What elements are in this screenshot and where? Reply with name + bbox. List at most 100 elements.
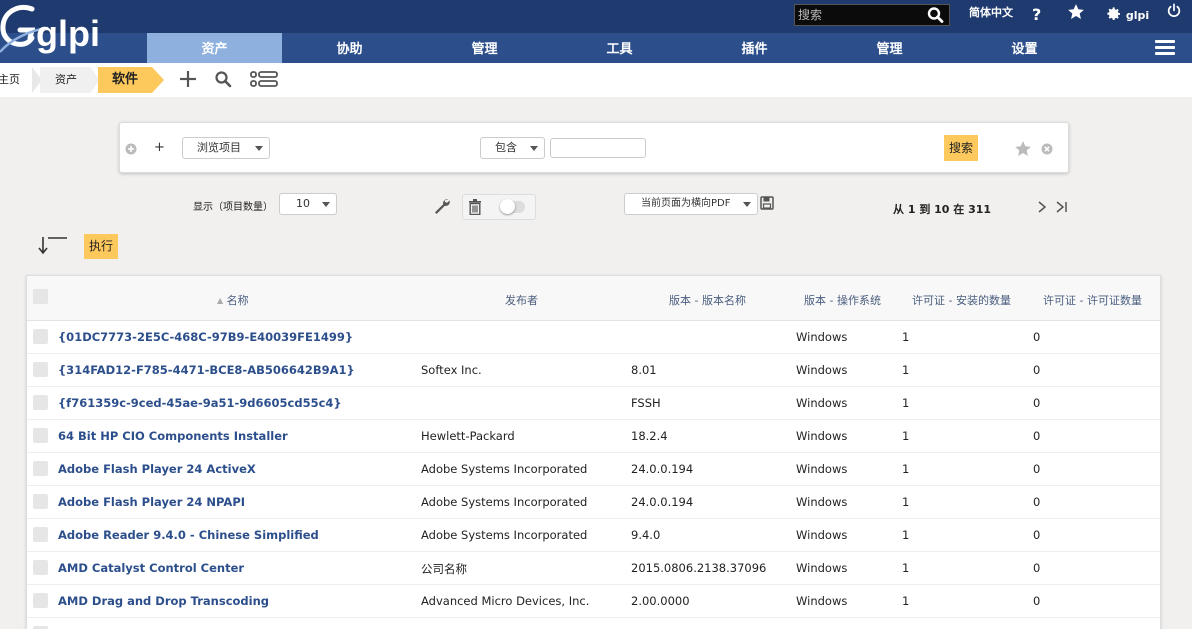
breadcrumb-separator (152, 67, 164, 93)
installations-cell: 1 (902, 429, 910, 443)
row-checkbox[interactable] (33, 494, 48, 509)
version-cell: 18.2.4 (631, 429, 668, 443)
top-bar: 简体中文 ? glpi (0, 0, 1192, 33)
global-search-input[interactable] (795, 5, 923, 25)
last-page-icon[interactable] (1055, 200, 1069, 217)
version-cell: 24.0.0.194 (631, 495, 694, 509)
column-header-installations[interactable]: 许可证 - 安装的数量 (912, 292, 1011, 308)
menu-item-plugins[interactable]: 插件 (687, 33, 822, 63)
trash-toggle-switch[interactable] (500, 199, 525, 214)
installations-cell: 1 (902, 561, 910, 575)
row-checkbox[interactable] (33, 395, 48, 410)
installations-cell: 1 (902, 495, 910, 509)
os-cell: Windows (796, 594, 848, 608)
row-checkbox[interactable] (33, 593, 48, 608)
menu-item-management[interactable]: 管理 (417, 33, 552, 63)
breadcrumb-software[interactable]: 软件 (98, 67, 152, 93)
column-header-name[interactable]: ▲ 名称 (217, 292, 249, 308)
add-subcriterion-icon[interactable]: + (154, 140, 165, 155)
licenses-cell: 0 (1033, 429, 1041, 443)
installations-cell: 1 (902, 528, 910, 542)
row-checkbox[interactable] (33, 329, 48, 344)
software-name-link[interactable]: AMD Catalyst Control Center (58, 561, 244, 575)
criterion-value-input[interactable] (550, 138, 646, 158)
publisher-cell: Adobe Systems Incorporated (421, 528, 588, 542)
search-icon[interactable] (926, 6, 946, 24)
list-view-icon[interactable] (250, 71, 278, 90)
version-cell: 8.01 (631, 363, 657, 377)
table-row: Adobe Flash Player 24 NPAPI Adobe System… (27, 486, 1160, 519)
next-page-icon[interactable] (1037, 200, 1047, 217)
publisher-cell: Softex Inc. (421, 363, 482, 377)
licenses-cell: 0 (1033, 396, 1041, 410)
global-search (794, 4, 950, 26)
column-header-version-name[interactable]: 版本 - 版本名称 (669, 292, 746, 308)
logout-icon[interactable] (1166, 3, 1182, 29)
glpi-logo[interactable]: glpi (0, 0, 120, 63)
pager-text: 从 1 到 10 在 311 (893, 203, 992, 216)
breadcrumb-assets[interactable]: 资产 (40, 67, 90, 93)
execute-button[interactable]: 执行 (84, 234, 118, 259)
licenses-cell: 0 (1033, 594, 1041, 608)
star-icon[interactable] (1067, 3, 1085, 29)
table-row: Adobe Reader 9.4.0 - Chinese Simplified … (27, 519, 1160, 552)
version-cell: FSSH (631, 396, 661, 410)
menu-item-setup[interactable]: 设置 (957, 33, 1092, 63)
preferences-menu[interactable]: glpi (1106, 3, 1149, 29)
software-name-link[interactable]: 64 Bit HP CIO Components Installer (58, 429, 288, 443)
software-name-link[interactable]: Adobe Flash Player 24 ActiveX (58, 462, 256, 476)
table-header: ▲ 名称 发布者 版本 - 版本名称 版本 - 操作系统 许可证 - 安装的数量… (27, 276, 1160, 321)
criterion-field-select[interactable]: 浏览项目 (182, 137, 270, 159)
search-criteria-panel: + 浏览项目 包含 搜索 (119, 122, 1069, 173)
trash-icon[interactable] (468, 199, 482, 218)
select-all-checkbox[interactable] (33, 289, 48, 304)
breadcrumb-home[interactable]: 主页 (0, 67, 32, 93)
software-name-link[interactable]: {314FAD12-F785-4471-BCE8-AB506642B9A1} (58, 363, 355, 377)
export-format-select[interactable]: 当前页面为横向PDF (624, 193, 758, 215)
add-icon[interactable] (179, 70, 197, 91)
row-checkbox[interactable] (33, 428, 48, 443)
software-name-link[interactable]: Adobe Flash Player 24 NPAPI (58, 495, 245, 509)
table-row: {314FAD12-F785-4471-BCE8-AB506642B9A1} S… (27, 354, 1160, 387)
trash-toggle-group (462, 194, 536, 220)
menu-item-administration[interactable]: 管理 (822, 33, 957, 63)
row-checkbox[interactable] (33, 527, 48, 542)
row-checkbox[interactable] (33, 461, 48, 476)
column-header-publisher[interactable]: 发布者 (505, 292, 538, 308)
row-checkbox[interactable] (33, 362, 48, 377)
language-selector[interactable]: 简体中文 (969, 0, 1013, 26)
search-button[interactable]: 搜索 (944, 135, 978, 161)
display-count-label: 显示（项目数量） (193, 202, 273, 213)
search-icon[interactable] (214, 70, 232, 91)
wrench-icon[interactable] (433, 197, 451, 218)
menu-item-tools[interactable]: 工具 (552, 33, 687, 63)
software-name-link[interactable]: AMD Drag and Drop Transcoding (58, 594, 269, 608)
menu-item-assistance[interactable]: 协助 (282, 33, 417, 63)
display-count-select[interactable]: 10 (279, 193, 337, 215)
publisher-cell: 公司名称 (421, 562, 467, 576)
table-row: AMD Drag and Drop Transcoding Advanced M… (27, 585, 1160, 618)
table-row: AMD Catalyst Control Center 公司名称 2015.08… (27, 552, 1160, 585)
row-checkbox[interactable] (33, 560, 48, 575)
menu-item-assets[interactable]: 资产 (147, 33, 282, 63)
software-name-link[interactable]: {f761359c-9ced-45ae-9a51-9d6605cd55c4} (58, 396, 342, 410)
add-criterion-icon[interactable] (125, 143, 137, 158)
version-cell: 2.00.0000 (631, 594, 690, 608)
column-header-license-count[interactable]: 许可证 - 许可证数量 (1043, 292, 1142, 308)
licenses-cell: 0 (1033, 561, 1041, 575)
user-name: glpi (1125, 9, 1150, 22)
software-name-link[interactable]: Adobe Reader 9.4.0 - Chinese Simplified (58, 528, 319, 542)
criterion-operator-select[interactable]: 包含 (480, 137, 545, 159)
help-icon[interactable]: ? (1032, 2, 1041, 28)
column-header-version-os[interactable]: 版本 - 操作系统 (804, 292, 881, 308)
installations-cell: 1 (902, 330, 910, 344)
save-search-star-icon[interactable] (1014, 140, 1032, 161)
software-name-link[interactable]: {01DC7773-2E5C-468C-97B9-E40039FE1499} (58, 330, 353, 344)
hamburger-menu-icon[interactable] (1155, 40, 1175, 56)
reset-search-icon[interactable] (1041, 143, 1053, 158)
os-cell: Windows (796, 495, 848, 509)
installations-cell: 1 (902, 594, 910, 608)
export-save-icon[interactable] (760, 196, 774, 213)
version-cell: 24.0.0.194 (631, 462, 694, 476)
version-cell: 2015.0806.2138.37096 (631, 561, 767, 575)
